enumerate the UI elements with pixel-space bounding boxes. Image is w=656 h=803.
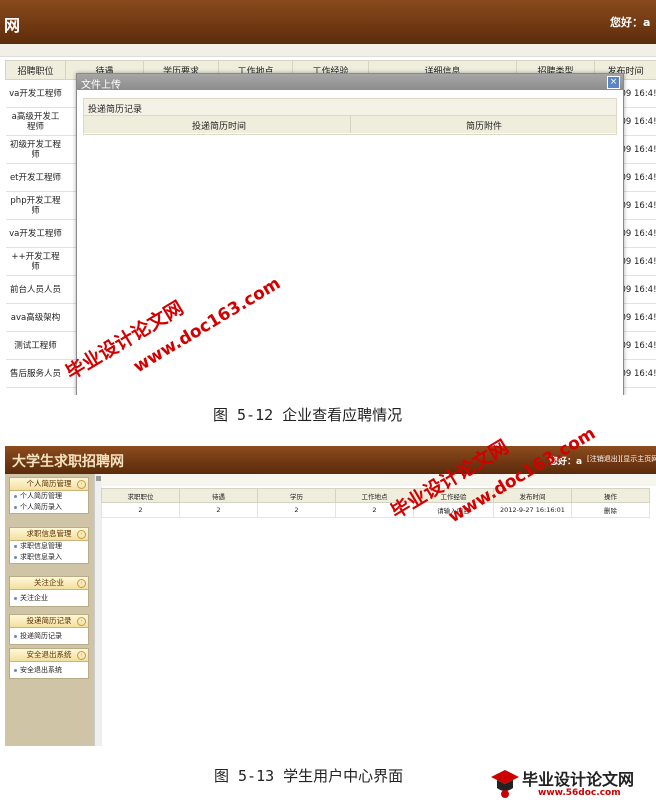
job-cell: va开发工程师 — [5, 79, 66, 108]
dialog-title: 文件上传 — [81, 80, 121, 91]
table-row[interactable]: 2 2 2 2 请输入内容 2012-9-27 16:16:01 删除 — [101, 502, 650, 518]
header-links[interactable]: [注销退出][显示主页网 — [587, 454, 656, 464]
job-cell: ++开发工程师 — [5, 247, 66, 276]
job-cell: va开发工程师 — [5, 219, 66, 248]
sidebar-group-title: 求职信息管理 — [26, 529, 72, 538]
chevron-icon[interactable]: › — [77, 651, 86, 660]
graduation-cap-icon — [491, 770, 519, 798]
sidebar-group-title: 个人简历管理 — [26, 479, 72, 488]
sidebar-item-resume-manage[interactable]: 个人简历管理 — [10, 491, 88, 502]
sidebar-group-title: 安全退出系统 — [26, 650, 72, 659]
chevron-icon[interactable]: › — [77, 530, 86, 539]
sidebar-group-header[interactable]: 投递简历记录 › — [10, 615, 88, 628]
site-logo: 大学生求职招聘网 — [12, 454, 124, 470]
job-cell: et开发工程师 — [5, 163, 66, 192]
sidebar-group-header[interactable]: 关注企业 › — [10, 577, 88, 590]
sidebar-item-resume-entry[interactable]: 个人简历录入 — [10, 502, 88, 513]
sidebar-group-resume: 个人简历管理 › 个人简历管理 个人简历录入 — [9, 477, 89, 514]
site-header: 网 您好：a — [0, 0, 656, 44]
sidebar-group-title: 投递简历记录 — [26, 616, 72, 625]
job-cell: ava高级架构 — [5, 303, 66, 332]
bullet-icon — [14, 555, 17, 559]
col-header-salary[interactable]: 待遇 — [179, 488, 258, 503]
footer-logo-text: 毕业设计论文网 — [522, 770, 635, 789]
close-icon[interactable]: × — [607, 76, 620, 89]
sidebar-group-records: 投递简历记录 › 投递简历记录 — [9, 614, 89, 645]
bullet-icon — [14, 596, 17, 600]
sidebar-group-jobinfo: 求职信息管理 › 求职信息管理 求职信息录入 — [9, 527, 89, 564]
site-logo: 网 — [4, 16, 21, 35]
footer-logo: 毕业设计论文网 www.56doc.com — [488, 766, 656, 803]
job-cell: 初级开发工程师 — [5, 135, 66, 164]
col-header-job[interactable]: 招聘职位 — [5, 60, 66, 80]
delete-link[interactable]: 删除 — [571, 502, 650, 518]
position-cell: 2 — [101, 502, 180, 518]
col-header-position[interactable]: 求职职位 — [101, 488, 180, 503]
col-header-submit-time[interactable]: 投递简历时间 — [192, 119, 246, 132]
job-seeking-table: 求职职位 待遇 学历 工作地点 工作经验 发布时间 操作 2 2 2 2 请输入… — [101, 488, 650, 518]
enterprise-view-screenshot: 网 您好：a 招聘职位 待遇 学历要求 工作地点 工作经验 详细信息 招聘类型 … — [0, 0, 656, 395]
sidebar-item-follow[interactable]: 关注企业 — [10, 590, 88, 606]
salary-cell: 2 — [179, 502, 258, 518]
footer-logo-url: www.56doc.com — [538, 788, 621, 798]
table-header-row: 求职职位 待遇 学历 工作地点 工作经验 发布时间 操作 — [101, 488, 650, 503]
column-divider — [350, 116, 351, 133]
bullet-icon — [14, 634, 17, 638]
resume-record-panel: 投递简历记录 投递简历时间 简历附件 — [83, 98, 617, 135]
bullet-icon — [14, 668, 17, 672]
sidebar-item-jobinfo-manage[interactable]: 求职信息管理 — [10, 541, 88, 552]
job-cell: 测试工程师 — [5, 331, 66, 360]
panel-title-text: 投递简历记录 — [88, 105, 143, 115]
sidebar-item-jobinfo-entry[interactable]: 求职信息录入 — [10, 552, 88, 563]
job-cell: 前台人员人员 — [5, 275, 66, 304]
col-header-education[interactable]: 学历 — [257, 488, 336, 503]
content-topbar — [101, 474, 656, 486]
col-header-attachment[interactable]: 简历附件 — [466, 119, 502, 132]
chevron-icon[interactable]: › — [77, 579, 86, 588]
sidebar-group-logout: 安全退出系统 › 安全退出系统 — [9, 648, 89, 679]
resume-record-header-row: 投递简历时间 简历附件 — [84, 116, 616, 133]
bullet-icon — [14, 544, 17, 548]
education-cell: 2 — [257, 502, 336, 518]
sidebar-group-header[interactable]: 个人简历管理 › — [10, 478, 88, 491]
sidebar: 个人简历管理 › 个人简历管理 个人简历录入 求职信息管理 › 求职信息管理 求职信… — [5, 474, 94, 746]
col-header-action[interactable]: 操作 — [571, 488, 650, 503]
job-cell: 售后服务人员 — [5, 359, 66, 388]
job-cell: a高级开发工程师 — [5, 107, 66, 136]
sidebar-group-title: 关注企业 — [34, 578, 64, 587]
chevron-icon[interactable]: › — [77, 480, 86, 489]
sidebar-item-records[interactable]: 投递简历记录 — [10, 628, 88, 644]
user-greeting: 您好：a — [610, 16, 651, 29]
chevron-icon[interactable]: › — [77, 617, 86, 626]
student-center-screenshot: 大学生求职招聘网 您好：a [注销退出][显示主页网 个人简历管理 › 个人简历管… — [5, 446, 656, 746]
sidebar-item-logout[interactable]: 安全退出系统 — [10, 662, 88, 678]
job-cell: php开发工程师 — [5, 191, 66, 220]
time-cell: 2012-9-27 16:16:01 — [493, 502, 572, 518]
sidebar-group-header[interactable]: 求职信息管理 › — [10, 528, 88, 541]
dialog-titlebar[interactable]: 文件上传 × — [77, 74, 623, 91]
figure-caption-5-12: 图 5-12 企业查看应聘情况 — [213, 406, 403, 424]
panel-title: 投递简历记录 — [84, 99, 616, 116]
toolbar-band — [0, 44, 656, 57]
bullet-icon — [14, 494, 17, 498]
sidebar-group-follow: 关注企业 › 关注企业 — [9, 576, 89, 607]
bullet-icon — [14, 505, 17, 509]
figure-caption-5-13: 图 5-13 学生用户中心界面 — [214, 767, 404, 785]
sidebar-group-header[interactable]: 安全退出系统 › — [10, 649, 88, 662]
